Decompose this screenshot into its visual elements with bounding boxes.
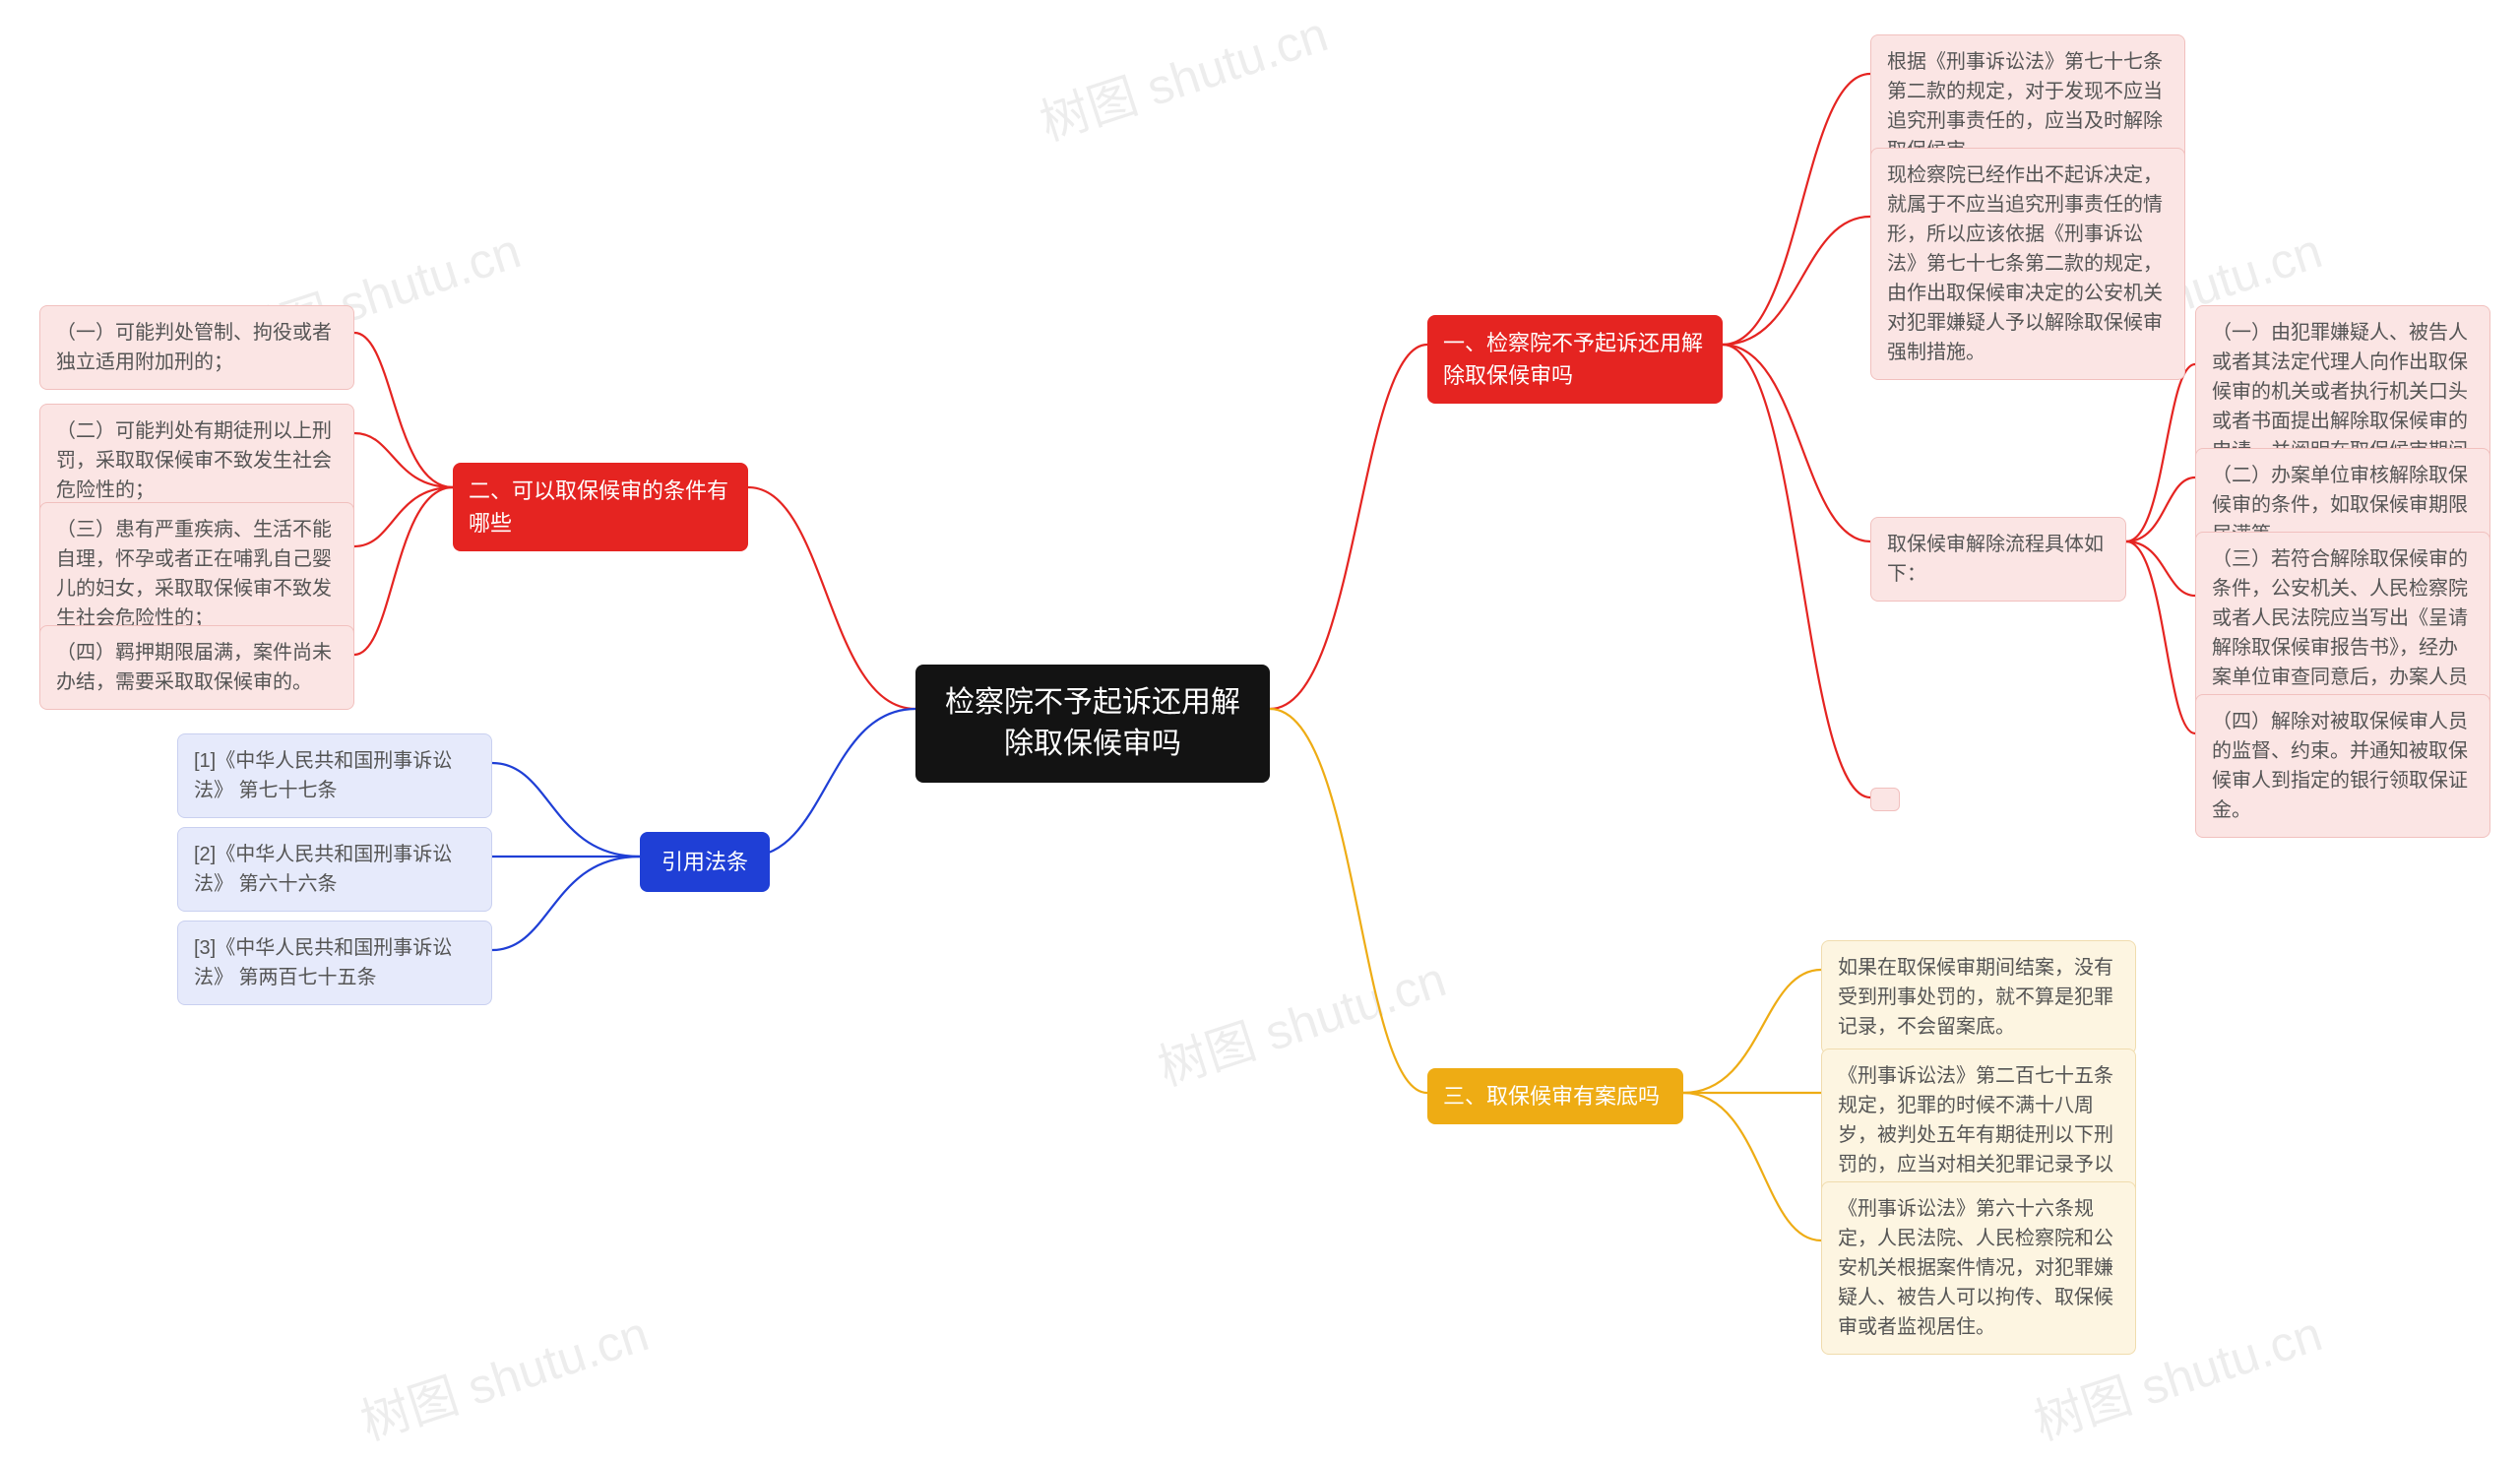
watermark: 树图 shutu.cn (350, 1295, 656, 1454)
branch3-leaf-0[interactable]: 如果在取保候审期间结案，没有受到刑事处罚的，就不算是犯罪记录，不会留案底。 (1821, 940, 2136, 1054)
branch1-sub-leaf-3[interactable]: （四）解除对被取保候审人员的监督、约束。并通知被取保候审人到指定的银行领取保证金… (2195, 694, 2490, 838)
branch1-leaf-1[interactable]: 现检察院已经作出不起诉决定，就属于不应当追究刑事责任的情形，所以应该依据《刑事诉… (1870, 148, 2185, 380)
branch1-empty-leaf[interactable] (1870, 788, 1900, 811)
branch4-leaf-1[interactable]: [2]《中华人民共和国刑事诉讼法》 第六十六条 (177, 827, 492, 912)
watermark: 树图 shutu.cn (1148, 940, 1453, 1100)
branch2-leaf-3[interactable]: （四）羁押期限届满，案件尚未办结，需要采取取保候审的。 (39, 625, 354, 710)
root-node[interactable]: 检察院不予起诉还用解除取保候审吗 (915, 665, 1270, 783)
branch1-sub-node[interactable]: 取保候审解除流程具体如下： (1870, 517, 2126, 602)
branch3-node[interactable]: 三、取保候审有案底吗 (1427, 1068, 1683, 1124)
branch2-leaf-0[interactable]: （一）可能判处管制、拘役或者独立适用附加刑的； (39, 305, 354, 390)
branch4-leaf-0[interactable]: [1]《中华人民共和国刑事诉讼法》 第七十七条 (177, 733, 492, 818)
watermark: 树图 shutu.cn (1030, 0, 1335, 155)
branch1-node[interactable]: 一、检察院不予起诉还用解除取保候审吗 (1427, 315, 1723, 404)
branch3-leaf-2[interactable]: 《刑事诉讼法》第六十六条规定，人民法院、人民检察院和公安机关根据案件情况，对犯罪… (1821, 1181, 2136, 1355)
branch2-leaf-1[interactable]: （二）可能判处有期徒刑以上刑罚，采取取保候审不致发生社会危险性的； (39, 404, 354, 518)
branch4-node[interactable]: 引用法条 (640, 832, 770, 892)
branch2-node[interactable]: 二、可以取保候审的条件有哪些 (453, 463, 748, 551)
branch4-leaf-2[interactable]: [3]《中华人民共和国刑事诉讼法》 第两百七十五条 (177, 921, 492, 1005)
